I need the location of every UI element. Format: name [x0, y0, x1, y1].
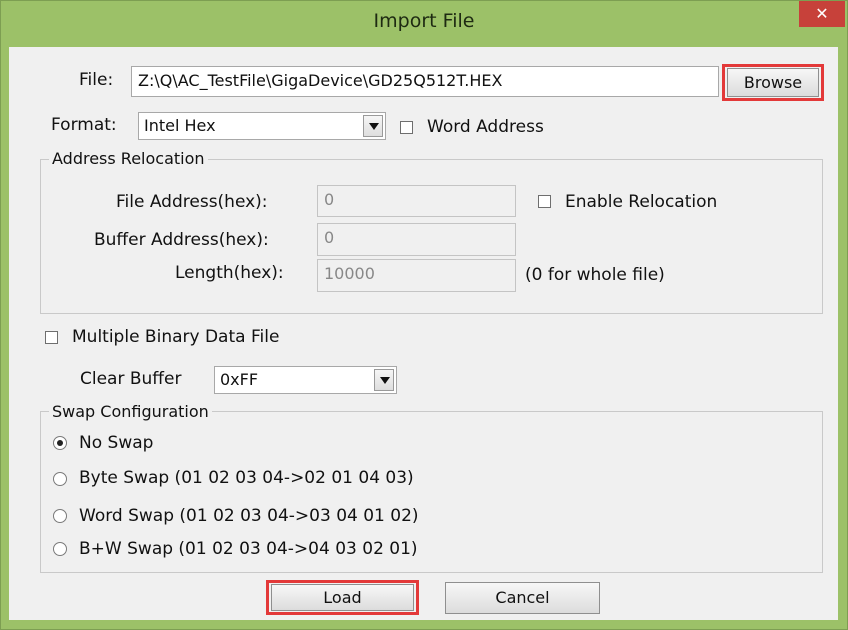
- title-bar[interactable]: Import File ✕: [1, 1, 847, 46]
- buffer-address-input[interactable]: 0: [317, 223, 516, 256]
- no-swap-label: No Swap: [79, 433, 154, 453]
- multiple-binary-checkbox[interactable]: [45, 331, 58, 344]
- file-address-label: File Address(hex):: [116, 192, 268, 212]
- length-label: Length(hex):: [175, 263, 284, 283]
- dialog-title: Import File: [373, 10, 475, 32]
- word-address-label: Word Address: [427, 117, 544, 137]
- length-hint: (0 for whole file): [525, 265, 665, 285]
- address-relocation-legend: Address Relocation: [49, 149, 208, 168]
- browse-button[interactable]: Browse: [727, 68, 819, 97]
- cancel-button[interactable]: Cancel: [445, 582, 600, 614]
- bw-swap-label: B+W Swap (01 02 03 04->04 03 02 01): [79, 539, 418, 559]
- multiple-binary-label: Multiple Binary Data File: [72, 327, 280, 347]
- format-label: Format:: [51, 115, 117, 135]
- file-path-input[interactable]: Z:\Q\AC_TestFile\GigaDevice\GD25Q512T.HE…: [131, 66, 719, 97]
- close-icon: ✕: [815, 4, 829, 23]
- chevron-down-icon[interactable]: [374, 369, 394, 391]
- format-select[interactable]: Intel Hex: [138, 112, 386, 140]
- file-label: File:: [79, 70, 114, 90]
- import-file-dialog: Import File ✕ File: Z:\Q\AC_TestFile\Gig…: [0, 0, 848, 630]
- clear-buffer-value: 0xFF: [220, 370, 259, 389]
- word-swap-radio[interactable]: [53, 509, 67, 523]
- buffer-address-label: Buffer Address(hex):: [94, 230, 269, 250]
- radio-selected-dot: [57, 440, 63, 446]
- dialog-body: File: Z:\Q\AC_TestFile\GigaDevice\GD25Q5…: [9, 47, 838, 620]
- load-button[interactable]: Load: [271, 584, 414, 611]
- word-address-checkbox[interactable]: [400, 121, 413, 134]
- bw-swap-radio[interactable]: [53, 542, 67, 556]
- file-address-input[interactable]: 0: [317, 185, 516, 217]
- clear-buffer-label: Clear Buffer: [80, 369, 182, 389]
- chevron-down-icon[interactable]: [363, 115, 383, 137]
- close-button[interactable]: ✕: [799, 1, 845, 27]
- length-input[interactable]: 10000: [317, 259, 516, 292]
- no-swap-radio[interactable]: [53, 436, 67, 450]
- enable-relocation-label: Enable Relocation: [565, 192, 718, 212]
- format-value: Intel Hex: [144, 116, 216, 135]
- word-swap-label: Word Swap (01 02 03 04->03 04 01 02): [79, 506, 419, 526]
- enable-relocation-checkbox[interactable]: [538, 195, 551, 208]
- byte-swap-radio[interactable]: [53, 472, 67, 486]
- swap-configuration-legend: Swap Configuration: [49, 402, 212, 421]
- byte-swap-label: Byte Swap (01 02 03 04->02 01 04 03): [79, 468, 414, 488]
- clear-buffer-select[interactable]: 0xFF: [214, 366, 397, 394]
